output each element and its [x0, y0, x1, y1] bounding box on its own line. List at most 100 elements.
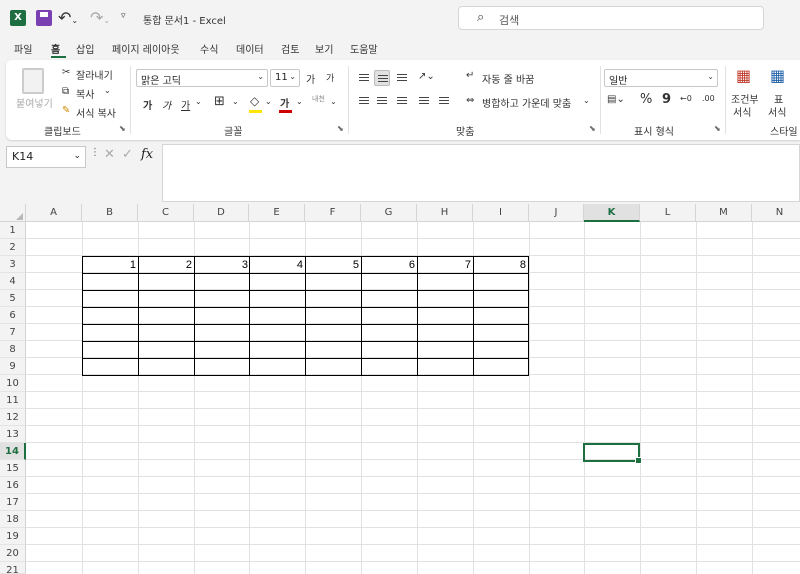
percent-button[interactable]: % [640, 92, 652, 107]
row-header-5[interactable]: 5 [0, 290, 26, 307]
cell-f3[interactable]: 5 [305, 259, 359, 271]
font-name-combo[interactable]: 맑은 고딕 ⌄ [136, 69, 268, 87]
cut-button[interactable]: 잘라내기 [76, 67, 113, 82]
cell-b3[interactable]: 1 [82, 259, 136, 271]
active-cell-k14[interactable] [583, 443, 642, 464]
borders-icon[interactable]: ⊞ [214, 94, 225, 109]
decrease-indent-button[interactable] [416, 93, 432, 109]
column-header-h[interactable]: H [417, 204, 473, 222]
cell-h3[interactable]: 7 [417, 259, 471, 271]
column-header-c[interactable]: C [138, 204, 194, 222]
orientation-icon[interactable]: ↗⌄ [418, 71, 435, 82]
chevron-down-icon[interactable]: ⌄ [583, 96, 590, 105]
column-header-n[interactable]: N [752, 204, 800, 222]
format-as-table-icon[interactable]: ▦ [770, 66, 785, 85]
cell-c3[interactable]: 2 [138, 259, 192, 271]
copy-button[interactable]: 복사 [76, 86, 94, 101]
chevron-down-icon[interactable]: ⌄ [195, 97, 202, 106]
row-header-7[interactable]: 7 [0, 324, 26, 341]
cell-d3[interactable]: 3 [194, 259, 248, 271]
column-header-g[interactable]: G [361, 204, 417, 222]
row-header-11[interactable]: 11 [0, 392, 26, 409]
wrap-text-button[interactable]: 자동 줄 바꿈 [482, 71, 534, 86]
column-header-b[interactable]: B [82, 204, 138, 222]
top-align-button[interactable] [356, 70, 372, 86]
bold-button[interactable]: 가 [143, 97, 152, 112]
grow-font-button[interactable]: 가 [306, 71, 315, 86]
row-header-14[interactable]: 14 [0, 443, 26, 460]
column-header-k[interactable]: K [584, 204, 640, 222]
align-right-button[interactable] [394, 93, 410, 109]
chevron-down-icon[interactable]: ⌄ [296, 97, 303, 106]
column-header-d[interactable]: D [194, 204, 249, 222]
shrink-font-button[interactable]: 가 [326, 71, 334, 84]
row-header-6[interactable]: 6 [0, 307, 26, 324]
row-header-17[interactable]: 17 [0, 494, 26, 511]
more-options-icon[interactable]: ⋮ [90, 147, 100, 158]
wrap-text-icon[interactable]: ↵ [466, 70, 474, 81]
row-header-3[interactable]: 3 [0, 256, 26, 273]
column-header-a[interactable]: A [26, 204, 82, 222]
paste-button[interactable]: 붙여넣기 [16, 95, 53, 110]
row-header-4[interactable]: 4 [0, 273, 26, 290]
undo-icon[interactable]: ↶⌄ [58, 8, 78, 27]
merge-center-icon[interactable]: ⇔ [466, 95, 474, 106]
column-header-l[interactable]: L [640, 204, 696, 222]
font-launcher-icon[interactable]: ⬊ [337, 124, 344, 133]
increase-indent-button[interactable] [436, 93, 452, 109]
paste-icon[interactable] [22, 68, 44, 94]
italic-button[interactable]: 가 [162, 97, 171, 112]
tab-review[interactable]: 검토 [281, 41, 299, 56]
clipboard-launcher-icon[interactable]: ⬊ [119, 124, 126, 133]
row-header-10[interactable]: 10 [0, 375, 26, 392]
insert-function-icon[interactable]: fx [141, 147, 153, 162]
worksheet-grid[interactable]: A B C D E F G H I J K L M N 1 2 3 4 5 6 … [0, 204, 800, 574]
save-icon[interactable] [36, 10, 52, 26]
alignment-launcher-icon[interactable]: ⬊ [589, 124, 596, 133]
tab-view[interactable]: 보기 [315, 41, 333, 56]
row-header-13[interactable]: 13 [0, 426, 26, 443]
increase-decimal-icon[interactable]: ←0 [680, 94, 692, 103]
align-left-button[interactable] [356, 93, 372, 109]
row-header-18[interactable]: 18 [0, 511, 26, 528]
middle-align-button[interactable] [374, 70, 390, 86]
font-size-combo[interactable]: 11 ⌄ [270, 69, 300, 87]
redo-icon[interactable]: ↷⌄ [90, 8, 110, 27]
decrease-decimal-icon[interactable]: .00 [702, 94, 715, 103]
enter-icon[interactable]: ✓ [122, 147, 133, 162]
number-launcher-icon[interactable]: ⬊ [714, 124, 721, 133]
row-header-1[interactable]: 1 [0, 222, 26, 239]
chevron-down-icon[interactable]: ⌄ [330, 97, 337, 106]
cell-g3[interactable]: 6 [361, 259, 415, 271]
row-header-8[interactable]: 8 [0, 341, 26, 358]
phonetic-button[interactable]: 내천 [312, 94, 325, 104]
row-header-12[interactable]: 12 [0, 409, 26, 426]
column-header-f[interactable]: F [305, 204, 361, 222]
tab-page-layout[interactable]: 페이지 레이아웃 [112, 41, 180, 56]
column-header-e[interactable]: E [249, 204, 305, 222]
row-header-15[interactable]: 15 [0, 460, 26, 477]
copy-dropdown-icon[interactable]: ⌄ [104, 86, 111, 95]
tab-data[interactable]: 데이터 [236, 41, 264, 56]
row-header-19[interactable]: 19 [0, 528, 26, 545]
column-header-m[interactable]: M [696, 204, 752, 222]
align-center-button[interactable] [374, 93, 390, 109]
customize-qat-icon[interactable]: ▿ [121, 11, 137, 27]
format-painter-button[interactable]: 서식 복사 [76, 105, 116, 120]
tab-file[interactable]: 파일 [14, 41, 32, 56]
tab-help[interactable]: 도움말 [350, 41, 378, 56]
fill-color-icon[interactable]: ◇ [250, 94, 259, 108]
bottom-align-button[interactable] [394, 70, 410, 86]
conditional-formatting-icon[interactable]: ▦ [736, 66, 751, 85]
cancel-icon[interactable]: ✕ [104, 147, 115, 162]
row-header-21[interactable]: 21 [0, 562, 26, 574]
number-format-combo[interactable]: 일반 ⌄ [604, 69, 718, 87]
row-header-20[interactable]: 20 [0, 545, 26, 562]
row-header-16[interactable]: 16 [0, 477, 26, 494]
column-header-j[interactable]: J [529, 204, 584, 222]
tab-insert[interactable]: 삽입 [76, 41, 94, 56]
tab-home[interactable]: 홈 [51, 41, 60, 56]
cell-e3[interactable]: 4 [249, 259, 303, 271]
tab-formulas[interactable]: 수식 [200, 41, 218, 56]
merge-center-button[interactable]: 병합하고 가운데 맞춤 [482, 95, 571, 110]
